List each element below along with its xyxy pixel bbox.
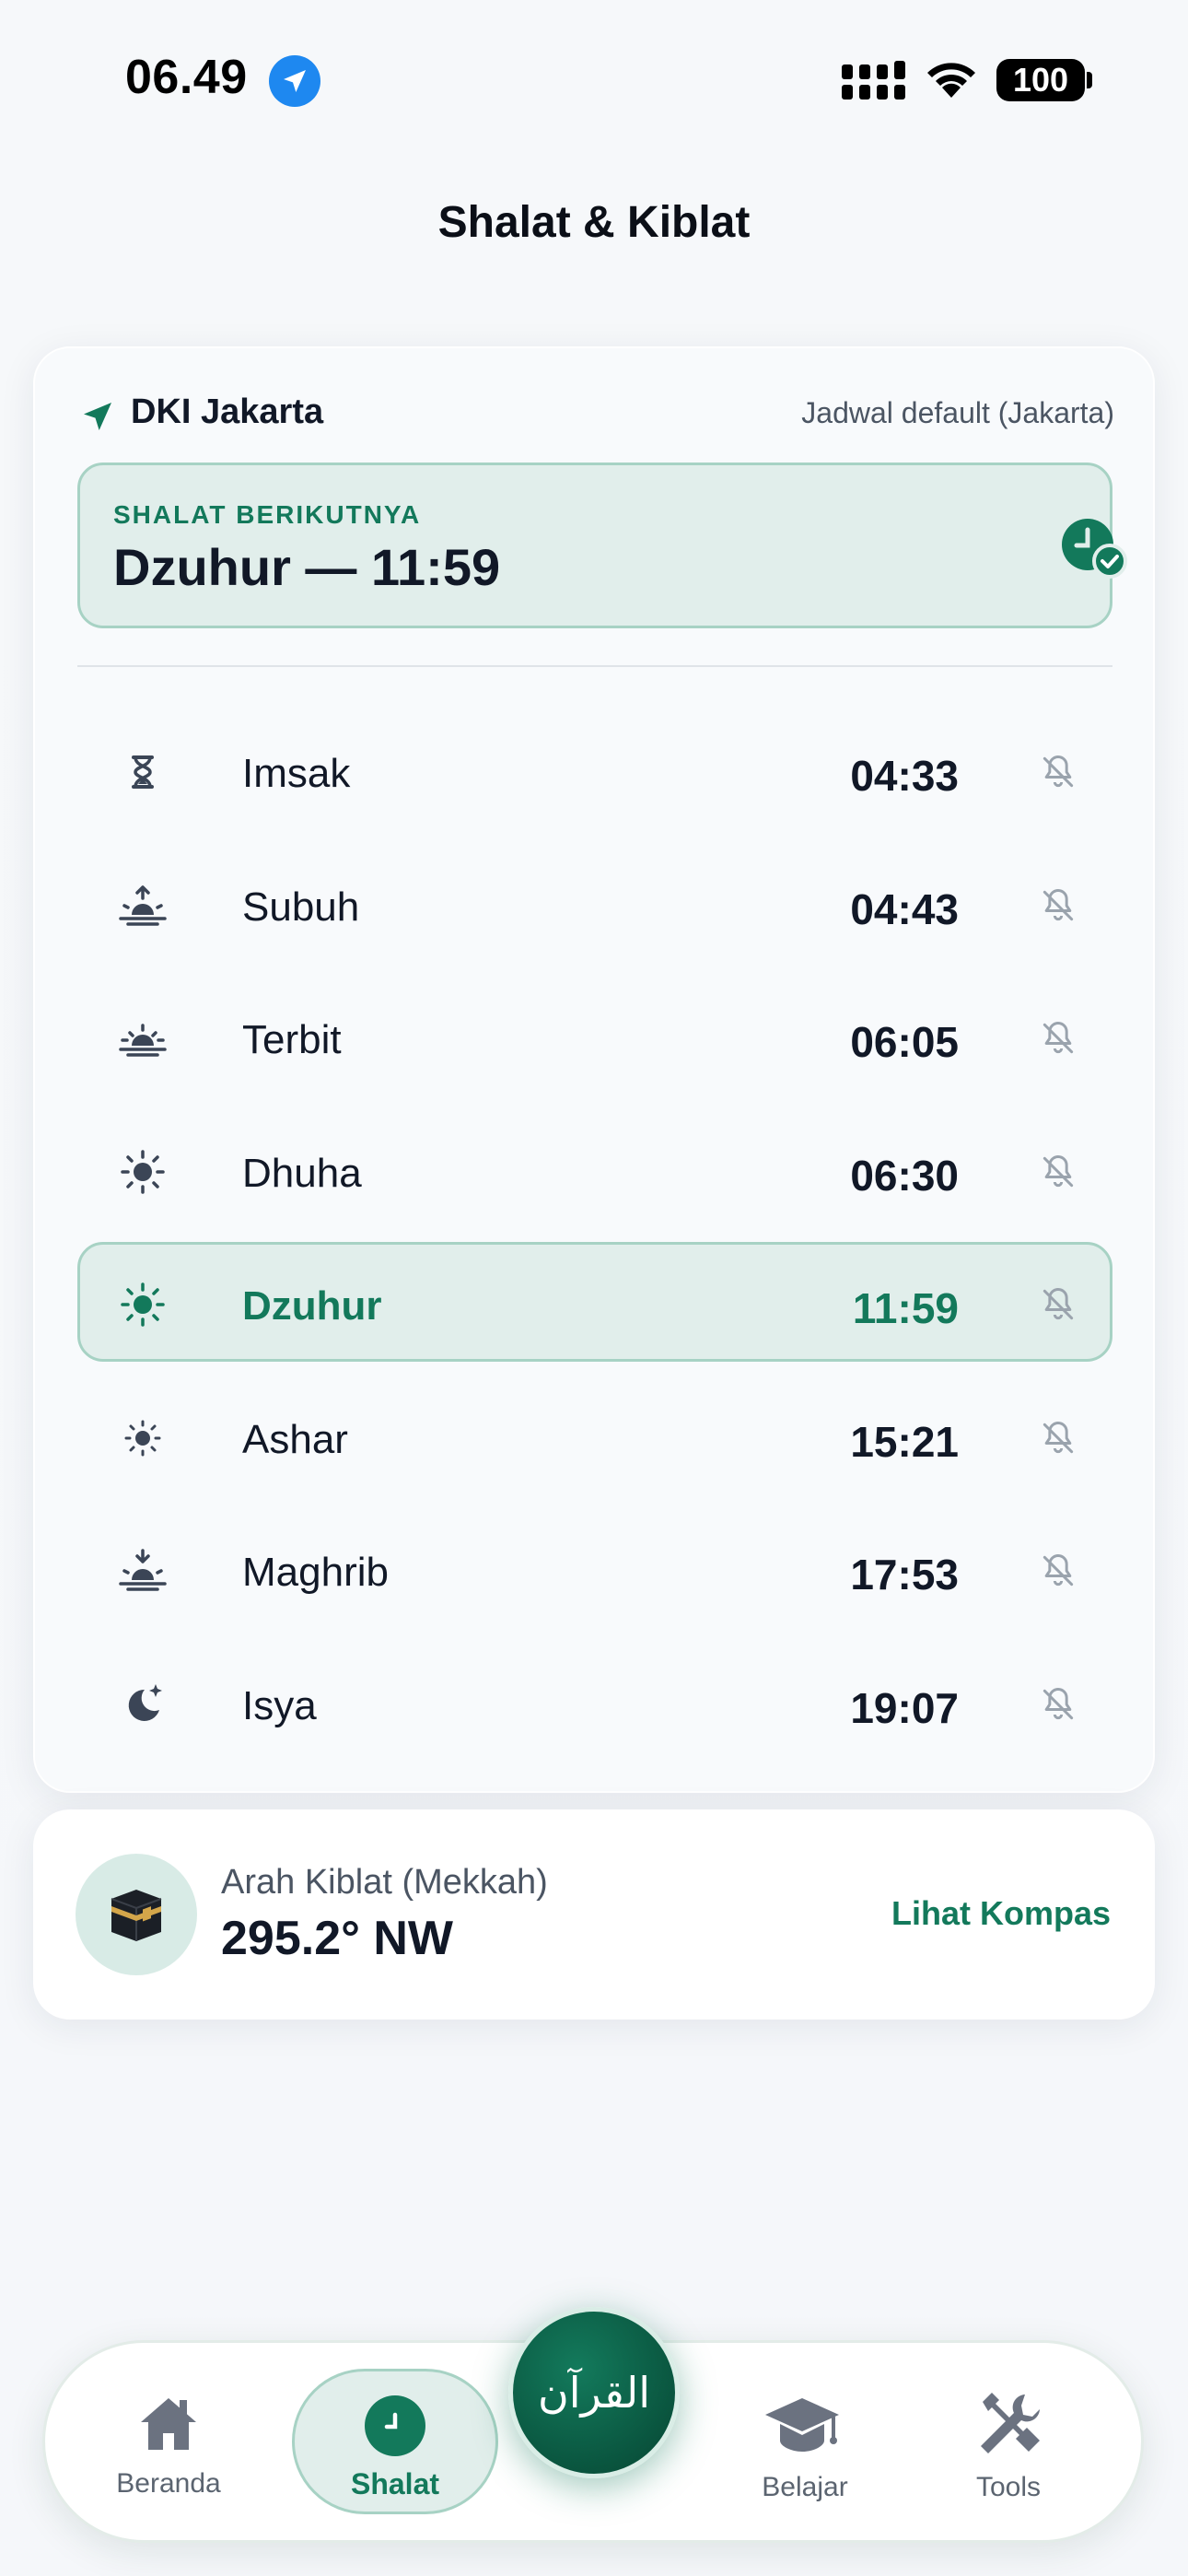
- tools-icon: [981, 2393, 1040, 2453]
- screen: 06.49 100 Shalat & Kiblat DKI Jakarta Ja…: [0, 0, 1188, 2576]
- prayer-row-isya[interactable]: Isya 19:07: [77, 1642, 1112, 1762]
- prayer-row-dhuha[interactable]: Dhuha 06:30: [77, 1109, 1112, 1229]
- prayer-name: Dhuha: [242, 1150, 362, 1196]
- status-time: 06.49: [125, 51, 248, 104]
- clock-check-icon: [1062, 519, 1127, 579]
- bell-off-icon[interactable]: [1038, 885, 1078, 926]
- prayer-time: 15:21: [850, 1417, 959, 1466]
- location-row[interactable]: DKI Jakarta Jadwal default (Jakarta): [79, 392, 1114, 439]
- bell-off-icon[interactable]: [1038, 752, 1078, 792]
- cellular-signal-icon: [842, 61, 905, 100]
- divider: [77, 665, 1112, 667]
- sunrise-icon: [119, 884, 167, 926]
- prayer-row-imsak[interactable]: Imsak 04:33: [77, 709, 1112, 829]
- moon-star-icon: [128, 1683, 162, 1721]
- nav-label: Tools: [975, 2472, 1042, 2502]
- prayer-row-subuh[interactable]: Subuh 04:43: [77, 843, 1112, 963]
- nav-label: Shalat: [350, 2467, 440, 2500]
- quran-button[interactable]: القرآن: [508, 2307, 680, 2478]
- nav-tab-shalat[interactable]: Shalat: [292, 2369, 498, 2514]
- bell-off-icon[interactable]: [1038, 1551, 1078, 1591]
- kaaba-badge: [76, 1854, 197, 1975]
- prayer-name: Terbit: [242, 1017, 342, 1062]
- schedule-source-note: Jadwal default (Jakarta): [801, 396, 1114, 429]
- bell-off-icon[interactable]: [1038, 1018, 1078, 1059]
- status-bar: 06.49 100: [0, 0, 1188, 157]
- location-name: DKI Jakarta: [131, 392, 324, 431]
- graduation-cap-icon: [765, 2398, 839, 2452]
- bell-off-icon[interactable]: [1038, 1152, 1078, 1192]
- bell-off-icon[interactable]: [1038, 1418, 1078, 1458]
- nav-label: Beranda: [116, 2468, 221, 2499]
- wifi-icon: [927, 63, 975, 98]
- prayer-name: Ashar: [242, 1416, 348, 1462]
- next-prayer-value: Dzuhur — 11:59: [113, 538, 501, 596]
- nav-tab-learn[interactable]: Belajar: [727, 2343, 883, 2546]
- prayer-name: Isya: [242, 1682, 317, 1728]
- prayer-time: 04:43: [850, 884, 959, 933]
- qibla-card[interactable]: Arah Kiblat (Mekkah) 295.2° NW Lihat Kom…: [33, 1809, 1155, 2020]
- sun-small-icon: [124, 1420, 161, 1456]
- nav-tab-tools[interactable]: Tools: [935, 2343, 1082, 2546]
- battery-cap: [1087, 72, 1092, 88]
- prayer-list: Imsak 04:33 Subuh 04:43 Terbit 06:05 Dhu…: [77, 709, 1112, 1774]
- next-prayer-label: SHALAT BERIKUTNYA: [113, 500, 422, 529]
- prayer-name: Dzuhur: [242, 1283, 382, 1329]
- qibla-label: Arah Kiblat (Mekkah): [221, 1863, 548, 1902]
- prayer-row-ashar[interactable]: Ashar 15:21: [77, 1376, 1112, 1495]
- page-title: Shalat & Kiblat: [437, 198, 751, 247]
- location-services-icon: [269, 55, 320, 107]
- prayer-row-maghrib[interactable]: Maghrib 17:53: [77, 1508, 1112, 1628]
- sunset-icon: [119, 1549, 167, 1591]
- prayer-time: 11:59: [852, 1284, 959, 1332]
- nav-tab-home[interactable]: Beranda: [95, 2343, 242, 2546]
- nav-label: Belajar: [762, 2472, 848, 2502]
- open-compass-link[interactable]: Lihat Kompas: [891, 1894, 1111, 1933]
- navigation-arrow-icon: [84, 403, 111, 430]
- prayer-name: Imsak: [242, 751, 351, 796]
- prayer-row-terbit[interactable]: Terbit 06:05: [77, 976, 1112, 1095]
- next-prayer-banner: SHALAT BERIKUTNYA Dzuhur — 11:59: [77, 463, 1127, 628]
- prayer-time: 04:33: [850, 752, 959, 800]
- kaaba-icon: [111, 1890, 162, 1941]
- prayer-time: 06:05: [850, 1018, 959, 1066]
- qibla-direction-value: 295.2° NW: [221, 1912, 454, 1965]
- prayer-name: Subuh: [242, 884, 360, 930]
- prayer-name: Maghrib: [242, 1550, 389, 1595]
- prayer-time: 17:53: [850, 1551, 959, 1598]
- bell-off-icon[interactable]: [1038, 1684, 1078, 1725]
- prayer-times-card: DKI Jakarta Jadwal default (Jakarta) SHA…: [33, 346, 1155, 1793]
- prayer-time: 06:30: [850, 1151, 959, 1200]
- home-icon: [141, 2398, 196, 2450]
- prayer-time: 19:07: [850, 1683, 959, 1732]
- sun-horizon-icon: [119, 1024, 167, 1057]
- sun-icon: [121, 1149, 165, 1194]
- sun-icon: [121, 1282, 165, 1327]
- bell-off-icon[interactable]: [1038, 1284, 1078, 1325]
- clock-icon: [365, 2395, 425, 2456]
- hourglass-icon: [132, 755, 154, 789]
- prayer-row-dzuhur[interactable]: Dzuhur 11:59: [77, 1242, 1112, 1362]
- battery-indicator: 100: [996, 59, 1085, 101]
